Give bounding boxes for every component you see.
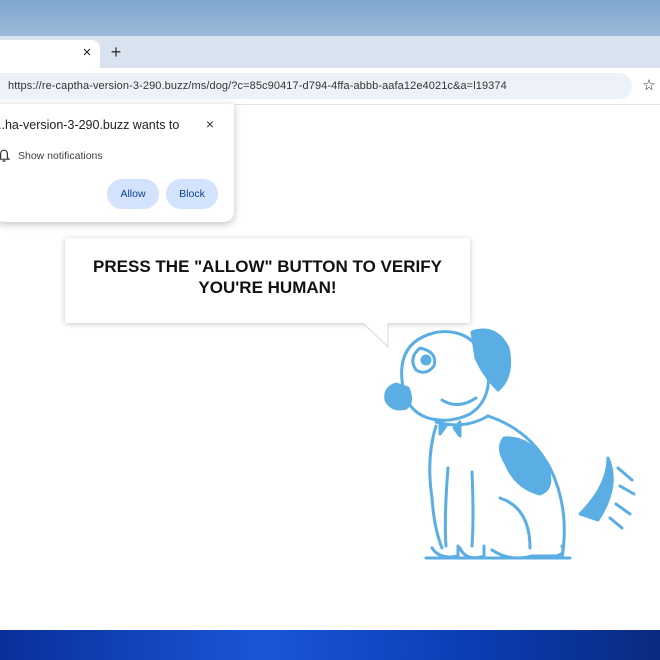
tab-strip: × + bbox=[0, 36, 660, 68]
browser-toolbar: https://re-captha-version-3-290.buzz/ms/… bbox=[0, 68, 660, 105]
bell-icon bbox=[0, 149, 10, 162]
window-titlebar bbox=[0, 0, 660, 36]
dog-illustration bbox=[384, 328, 636, 560]
new-tab-button[interactable]: + bbox=[106, 42, 126, 62]
speech-bubble: PRESS THE "ALLOW" BUTTON TO VERIFY YOU'R… bbox=[65, 238, 470, 323]
close-icon[interactable]: × bbox=[202, 116, 218, 132]
verify-message: PRESS THE "ALLOW" BUTTON TO VERIFY YOU'R… bbox=[93, 257, 442, 297]
url-text[interactable]: https://re-captha-version-3-290.buzz/ms/… bbox=[8, 73, 507, 99]
windows-taskbar bbox=[0, 630, 660, 660]
star-icon[interactable]: ☆ bbox=[639, 73, 659, 99]
popup-title: ..ha-version-3-290.buzz wants to bbox=[0, 118, 180, 132]
browser-tab[interactable]: × bbox=[0, 40, 100, 68]
notification-permission-popup: ..ha-version-3-290.buzz wants to × Show … bbox=[0, 104, 234, 222]
permission-label: Show notifications bbox=[18, 150, 103, 162]
address-bar[interactable]: https://re-captha-version-3-290.buzz/ms/… bbox=[0, 73, 632, 99]
tab-close-icon[interactable]: × bbox=[78, 44, 96, 62]
allow-button[interactable]: Allow bbox=[107, 179, 159, 209]
block-button[interactable]: Block bbox=[166, 179, 218, 209]
